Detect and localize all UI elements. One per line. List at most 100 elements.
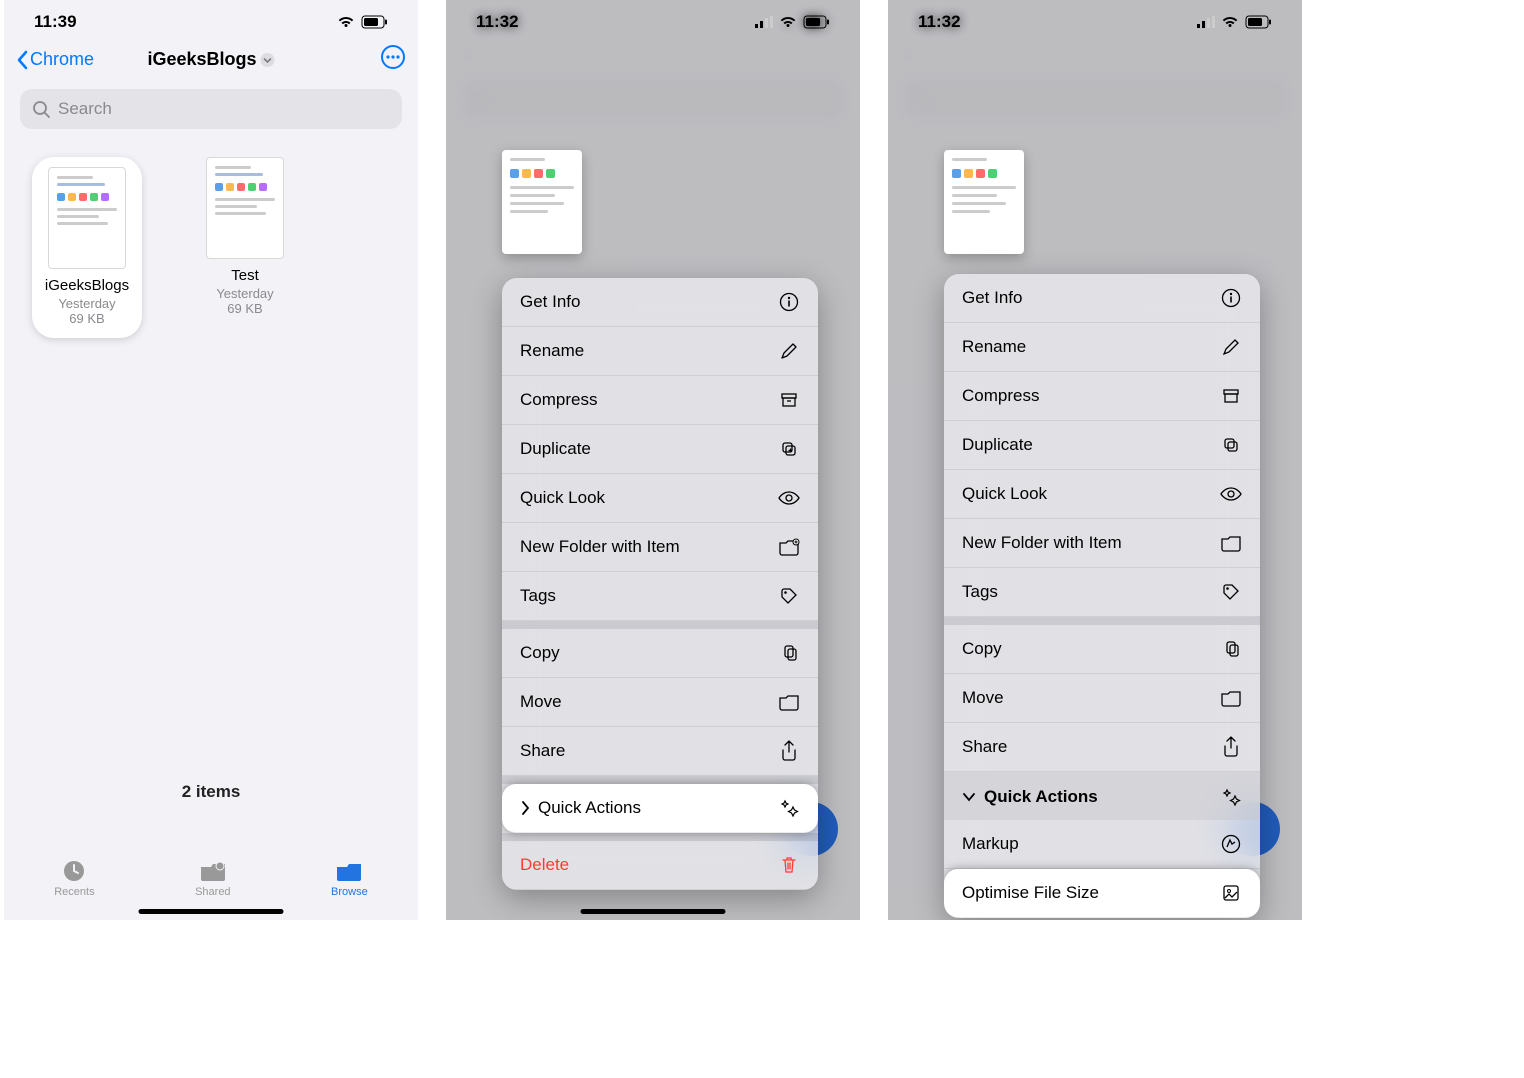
file-preview-thumb	[502, 150, 582, 254]
folder-icon	[778, 691, 800, 713]
folder-plus-icon	[778, 536, 800, 558]
chevron-left-icon	[16, 50, 28, 70]
menu-separator	[502, 833, 818, 841]
menu-get-info[interactable]: Get Info	[502, 278, 818, 327]
chevron-down-icon	[261, 53, 275, 67]
share-icon	[778, 740, 800, 762]
home-indicator[interactable]	[139, 909, 284, 914]
menu-separator	[502, 621, 818, 629]
menu-duplicate[interactable]: Duplicate	[502, 425, 818, 474]
menu-duplicate[interactable]: Duplicate	[944, 421, 1260, 470]
menu-share[interactable]: Share	[502, 727, 818, 776]
pencil-icon	[778, 340, 800, 362]
file-thumbnail	[48, 167, 126, 269]
back-label: Chrome	[30, 49, 94, 70]
back-button[interactable]: Chrome	[16, 49, 94, 70]
file-size: 69 KB	[190, 301, 300, 316]
eye-icon	[778, 487, 800, 509]
battery-icon	[361, 15, 388, 29]
menu-share[interactable]: Share	[944, 723, 1260, 772]
file-item-test[interactable]: Test Yesterday 69 KB	[190, 157, 300, 338]
tab-browse[interactable]: Browse	[331, 859, 368, 898]
menu-optimise-file-size[interactable]: Optimise File Size	[944, 869, 1260, 918]
menu-move[interactable]: Move	[502, 678, 818, 727]
status-indicators	[337, 15, 388, 29]
more-button[interactable]	[380, 44, 406, 75]
file-name: Test	[190, 267, 300, 284]
tab-recents[interactable]: Recents	[54, 859, 94, 898]
chevron-right-icon	[520, 800, 530, 816]
nav-bar: Chrome iGeeksBlogs	[4, 38, 418, 81]
duplicate-icon	[778, 438, 800, 460]
menu-tags[interactable]: Tags	[502, 572, 818, 621]
folder-plus-icon	[1220, 532, 1242, 554]
search-icon	[32, 100, 50, 118]
tab-shared[interactable]: Shared	[195, 859, 230, 898]
status-bar: 11:39	[4, 0, 418, 38]
wifi-icon	[1221, 15, 1239, 29]
duplicate-icon	[1220, 434, 1242, 456]
menu-copy[interactable]: Copy	[944, 625, 1260, 674]
file-name: iGeeksBlogs	[32, 277, 142, 294]
screen-quick-actions-expanded: 11:32 — — 11:32 Get Info Rename Compress	[888, 0, 1302, 920]
menu-rename[interactable]: Rename	[502, 327, 818, 376]
file-date: Yesterday	[190, 286, 300, 301]
menu-quick-look[interactable]: Quick Look	[502, 474, 818, 523]
menu-compress[interactable]: Compress	[502, 376, 818, 425]
menu-copy[interactable]: Copy	[502, 629, 818, 678]
menu-tags[interactable]: Tags	[944, 568, 1260, 617]
screen-context-menu: 11:32 — — 11:32 Get Info Rename Compress	[446, 0, 860, 920]
copy-icon	[1220, 638, 1242, 660]
status-time: 11:39	[34, 12, 77, 32]
status-indicators	[1197, 15, 1272, 29]
screen-files-browser: 11:39 Chrome iGeeksBlogs Search	[4, 0, 418, 920]
menu-compress[interactable]: Compress	[944, 372, 1260, 421]
status-time: 11:32	[476, 12, 519, 32]
eye-icon	[1220, 483, 1242, 505]
signal-icon	[755, 16, 773, 28]
menu-quick-actions-header[interactable]: Quick Actions	[944, 772, 1260, 820]
menu-quick-look[interactable]: Quick Look	[944, 470, 1260, 519]
menu-new-folder[interactable]: New Folder with Item	[944, 519, 1260, 568]
menu-separator	[502, 776, 818, 784]
sparkles-icon	[778, 797, 800, 819]
status-time: 11:32	[918, 12, 961, 32]
menu-quick-actions[interactable]: Quick Actions	[502, 784, 818, 833]
menu-rename[interactable]: Rename	[944, 323, 1260, 372]
menu-separator	[944, 617, 1260, 625]
file-item-igeeksblogs[interactable]: iGeeksBlogs Yesterday 69 KB	[32, 157, 142, 338]
page-title[interactable]: iGeeksBlogs	[147, 49, 274, 70]
menu-move[interactable]: Move	[944, 674, 1260, 723]
menu-new-folder[interactable]: New Folder with Item	[502, 523, 818, 572]
info-icon	[778, 291, 800, 313]
folder-shared-icon	[198, 859, 228, 883]
context-menu: Get Info Rename Compress Duplicate Quick…	[502, 278, 818, 890]
file-date: Yesterday	[32, 296, 142, 311]
ellipsis-circle-icon	[380, 44, 406, 70]
wifi-icon	[337, 15, 355, 29]
trash-icon	[778, 854, 800, 876]
home-indicator[interactable]	[581, 909, 726, 914]
battery-icon	[803, 15, 830, 29]
file-preview-thumb	[944, 150, 1024, 254]
menu-delete[interactable]: Delete	[502, 841, 818, 890]
folder-icon	[1220, 687, 1242, 709]
status-indicators	[755, 15, 830, 29]
battery-icon	[1245, 15, 1272, 29]
search-input[interactable]: Search	[20, 89, 402, 129]
sparkles-icon	[1220, 786, 1242, 808]
copy-icon	[778, 642, 800, 664]
markup-icon	[1220, 833, 1242, 855]
menu-markup[interactable]: Markup	[944, 820, 1260, 869]
file-thumbnail	[206, 157, 284, 259]
tab-bar: Recents Shared Browse	[4, 851, 418, 910]
menu-get-info[interactable]: Get Info	[944, 274, 1260, 323]
pencil-icon	[1220, 336, 1242, 358]
info-icon	[1220, 287, 1242, 309]
file-size: 69 KB	[32, 311, 142, 326]
clock-icon	[59, 859, 89, 883]
archive-icon	[1220, 385, 1242, 407]
item-count: 2 items	[4, 782, 418, 802]
tag-icon	[778, 585, 800, 607]
file-grid: iGeeksBlogs Yesterday 69 KB Test Yesterd…	[4, 137, 418, 358]
